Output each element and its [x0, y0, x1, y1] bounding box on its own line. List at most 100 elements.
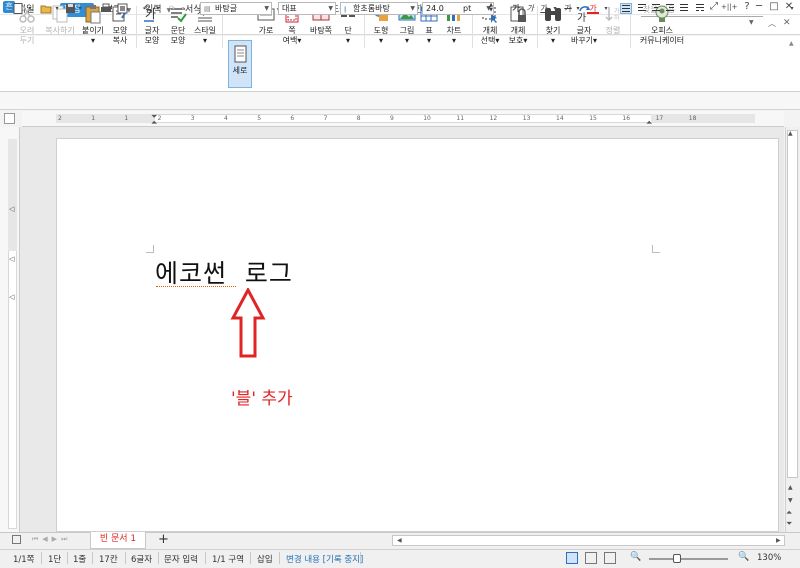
ruler-mark: 7	[323, 115, 328, 122]
horizontal-scrollbar[interactable]	[392, 535, 785, 546]
cut-label1: 오려	[19, 26, 35, 35]
chevron-down-icon[interactable]: ▾	[177, 3, 189, 14]
chevron-down-icon: ▼	[264, 5, 269, 12]
chevron-down-icon[interactable]: ▾	[74, 3, 86, 14]
zoom-in-icon[interactable]: 🔍	[738, 552, 749, 562]
scroll-left-icon[interactable]: ◀	[397, 537, 402, 544]
char-shape-label1: 글자	[144, 26, 160, 35]
ribbon-separator	[136, 6, 137, 48]
copy-label1: 복사하기	[45, 26, 75, 35]
new-document-icon[interactable]	[12, 3, 24, 14]
shape-label2: ▾	[378, 36, 383, 45]
office-community-label2: 커뮤니케이터	[639, 36, 685, 45]
status-separator	[360, 552, 361, 564]
ruler-mark: 12	[489, 115, 498, 122]
zoom-slider[interactable]	[649, 558, 728, 560]
ruler-mark: 2	[58, 115, 62, 122]
maximize-button[interactable]: □	[767, 1, 781, 13]
object-select-label2: 선택▾	[480, 36, 500, 45]
style-select-icon: ▤	[204, 5, 211, 13]
chevron-down-icon[interactable]: ▾	[24, 3, 36, 14]
ruler-mark: 11	[456, 115, 465, 122]
up-arrow-annotation-icon	[228, 286, 268, 363]
scroll-up-icon[interactable]: ▲	[788, 130, 793, 137]
find-label2: ▾	[550, 36, 555, 45]
status-column: 1단	[48, 555, 62, 565]
bold-button[interactable]: 가	[510, 3, 522, 14]
two-page-icon[interactable]	[604, 552, 616, 564]
svg-text:하: 하	[614, 14, 620, 22]
vruler-marker-icon[interactable]: ◁	[9, 255, 14, 263]
style-select[interactable]: ▤ 바탕글 ▼	[200, 2, 272, 15]
zoom-out-icon[interactable]: 🔍	[630, 552, 641, 562]
table-label2: ▾	[426, 36, 431, 45]
view-toggle-icon[interactable]	[12, 535, 21, 544]
vruler-marker-icon[interactable]: ◁	[9, 205, 14, 213]
status-separator	[250, 552, 251, 564]
size-stepper-icon[interactable]: ▲ ▼	[485, 3, 497, 14]
next-page-icon[interactable]: ⏷	[786, 519, 792, 529]
status-separator	[158, 552, 159, 564]
chevron-down-icon[interactable]: ▾	[549, 3, 561, 14]
page-margin-label1: 쪽	[288, 26, 296, 35]
ruler-mark: 8	[356, 115, 361, 122]
add-tab-button[interactable]: +	[158, 532, 169, 547]
print-icon[interactable]	[100, 3, 112, 14]
zoom-level[interactable]: 130%	[757, 553, 781, 563]
chevron-down-icon[interactable]: ▾	[152, 3, 164, 14]
ruler-mark: 15	[589, 115, 597, 122]
zoom-slider-knob[interactable]	[672, 554, 681, 563]
scroll-up-icon[interactable]: ▲	[788, 484, 793, 491]
para-shape-label1: 문단	[170, 26, 186, 35]
status-mode[interactable]: 문자 입력	[164, 553, 198, 565]
ruler-mark: 14	[556, 115, 564, 122]
italic-button[interactable]: 가	[524, 3, 536, 14]
font-select[interactable]: ꞁ 함초롬바탕 ▼	[340, 2, 418, 15]
status-insert[interactable]: 삽입	[257, 553, 273, 565]
font-size-value: 24.0	[426, 4, 444, 13]
align-right-icon[interactable]	[664, 3, 676, 14]
picture-label2: ▾	[404, 36, 409, 45]
ruler-corner-icon[interactable]	[4, 113, 15, 124]
ribbon-collapse-icon[interactable]: ▲	[789, 40, 794, 47]
fit-width-icon[interactable]	[585, 552, 597, 564]
chevron-down-icon[interactable]: ▾	[572, 3, 584, 14]
para-shape-label2: 모양	[170, 36, 186, 45]
status-section: 1/1 구역	[212, 555, 245, 565]
scrollbar-thumb[interactable]	[787, 130, 798, 478]
master-page-label1: 바탕쪽	[309, 26, 333, 35]
align-distribute-icon[interactable]	[678, 3, 690, 14]
replace-label1: 글자	[576, 26, 592, 35]
portrait-button[interactable]: 세로	[228, 40, 252, 88]
align-justify-icon[interactable]	[620, 3, 632, 14]
font-color-button[interactable]: 가	[587, 3, 599, 14]
status-track-changes[interactable]: 변경 내용 [기록 중지]	[286, 553, 363, 565]
align-left-icon[interactable]	[636, 3, 648, 14]
toolbar-overflow-icon[interactable]: ▾	[786, 3, 798, 14]
chevron-down-icon[interactable]: ▾	[600, 3, 612, 14]
document-page[interactable]	[56, 138, 779, 532]
format-toolbar	[0, 92, 800, 110]
chart-label2: ▾	[451, 36, 456, 45]
ruler-mark: 9	[390, 115, 394, 122]
page-view-icon[interactable]	[566, 552, 578, 564]
print-preview-icon[interactable]	[116, 3, 128, 14]
align-center-icon[interactable]	[650, 3, 662, 14]
undo-icon[interactable]: ↶	[140, 3, 152, 14]
close-doc-icon[interactable]: ✕	[783, 18, 791, 28]
tab-nav-icon[interactable]: ⏮◀▶⏭	[32, 535, 71, 544]
chevron-up-icon[interactable]: ︿	[768, 18, 776, 29]
language-select[interactable]: 대표 ▼	[278, 2, 336, 15]
font-size-input[interactable]: 24.0 pt ▼	[422, 2, 494, 15]
scroll-right-icon[interactable]: ▶	[776, 537, 781, 544]
scroll-down-icon[interactable]: ▼	[788, 497, 793, 504]
ruler-mark: 1	[91, 115, 96, 122]
chevron-down-icon[interactable]: ▼	[749, 19, 754, 26]
prev-page-icon[interactable]: ⏶	[786, 508, 792, 518]
find-label1: 찾기	[545, 26, 561, 35]
chevron-down-icon[interactable]: ▾	[51, 3, 63, 14]
vruler-marker-icon[interactable]: ◁	[9, 293, 14, 301]
status-separator	[279, 552, 280, 564]
align-divide-icon[interactable]	[694, 3, 706, 14]
tab-document[interactable]: 빈 문서 1	[90, 532, 146, 549]
